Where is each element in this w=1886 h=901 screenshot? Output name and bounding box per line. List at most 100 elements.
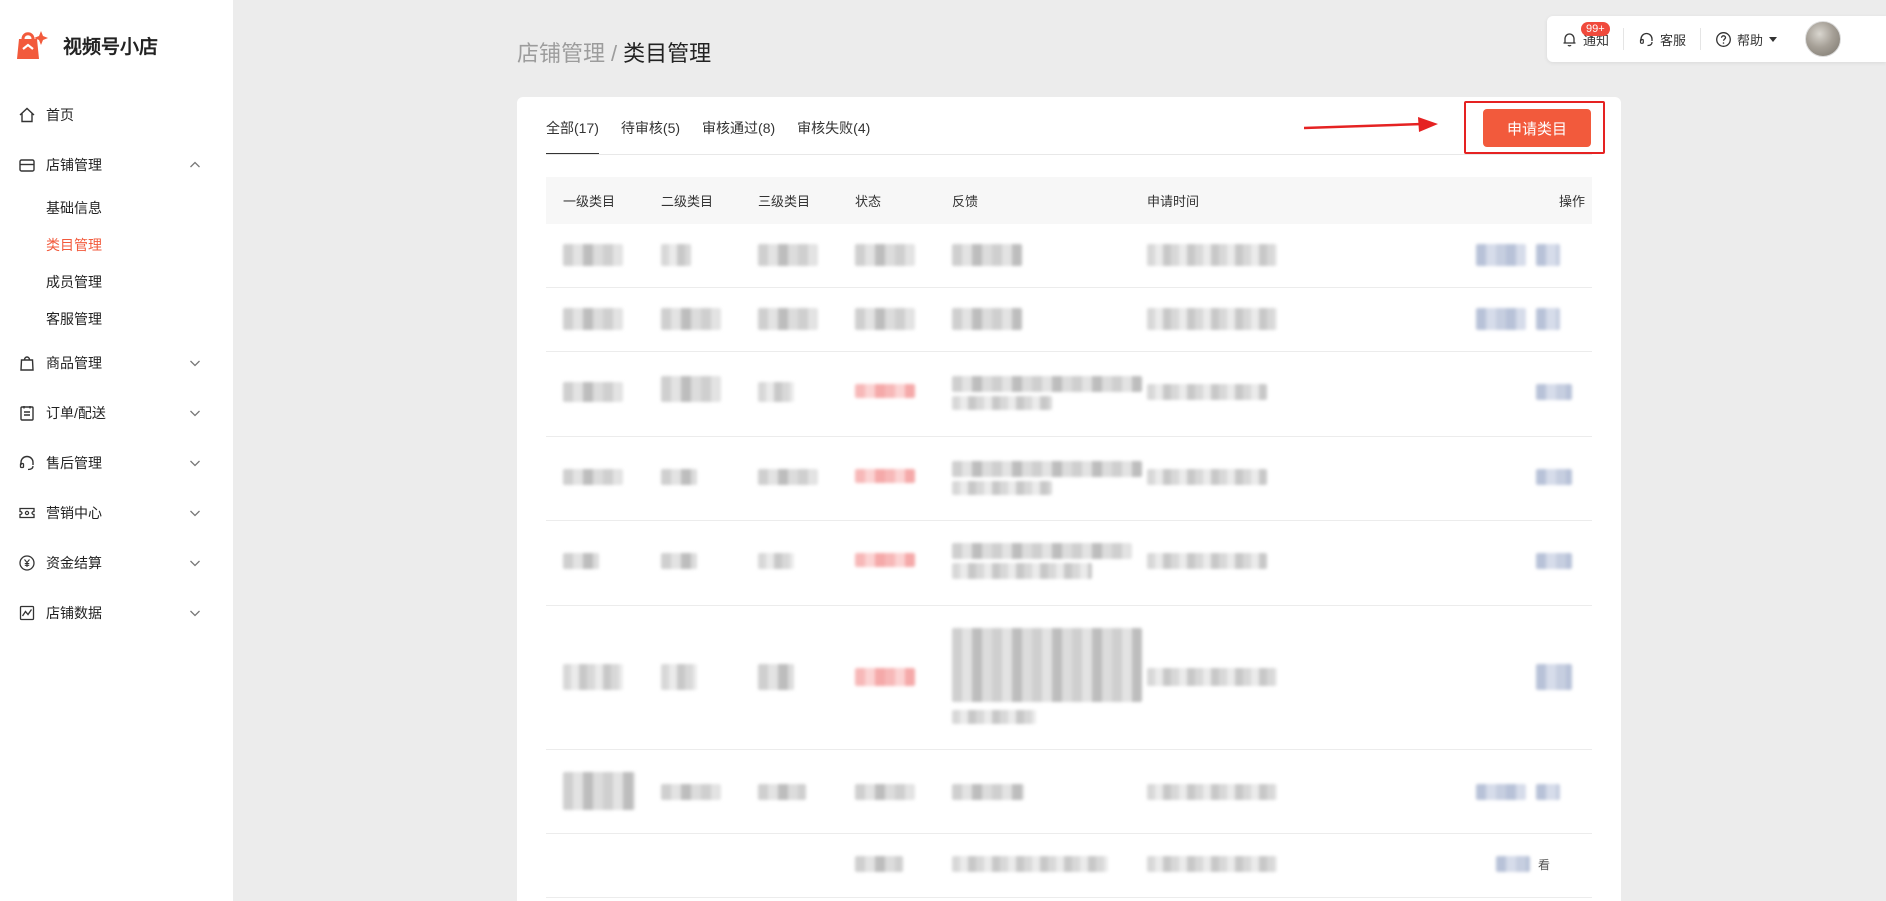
page-title: 类目管理 bbox=[623, 41, 712, 66]
redacted-cell bbox=[758, 244, 818, 266]
row-view-link[interactable]: 看 bbox=[1538, 856, 1550, 873]
chevron-down-icon bbox=[189, 407, 201, 419]
row-action-link[interactable] bbox=[1536, 784, 1560, 800]
sidebar-item-label: 订单/配送 bbox=[46, 405, 106, 421]
redacted-cell bbox=[758, 382, 794, 402]
avatar[interactable] bbox=[1805, 21, 1842, 57]
row-action-link[interactable] bbox=[1476, 784, 1526, 800]
row-action-link[interactable] bbox=[1476, 308, 1526, 330]
table-row bbox=[546, 606, 1592, 750]
sidebar-item-label: 售后管理 bbox=[46, 455, 102, 471]
category-card: 全部(17) 待审核(5) 审核通过(8) 审核失败(4) 申请类目 一级类目 … bbox=[517, 97, 1621, 901]
sidebar-item-label: 首页 bbox=[46, 107, 74, 123]
row-action-link[interactable] bbox=[1536, 553, 1572, 569]
sidebar-subitem-member-management[interactable]: 成员管理 bbox=[0, 264, 233, 301]
status-badge bbox=[855, 384, 915, 398]
redacted-cell bbox=[855, 244, 915, 266]
row-action-link[interactable] bbox=[1476, 244, 1526, 266]
table-header: 一级类目 二级类目 三级类目 状态 反馈 申请时间 操作 bbox=[546, 177, 1592, 224]
sidebar-item-settlement[interactable]: 资金结算 bbox=[0, 538, 233, 588]
help-dropdown[interactable]: 帮助 bbox=[1701, 16, 1791, 62]
sidebar-subitem-service-management[interactable]: 客服管理 bbox=[0, 301, 233, 338]
sidebar-item-after-sales[interactable]: 售后管理 bbox=[0, 438, 233, 488]
redacted-cell bbox=[758, 553, 794, 569]
table-row bbox=[546, 750, 1592, 834]
chevron-down-icon bbox=[189, 457, 201, 469]
row-action-link[interactable] bbox=[1536, 664, 1572, 690]
redacted-cell bbox=[952, 784, 1024, 800]
sidebar-item-label: 商品管理 bbox=[46, 355, 102, 371]
column-header: 一级类目 bbox=[563, 194, 616, 209]
sidebar-item-label: 资金结算 bbox=[46, 555, 102, 571]
redacted-cell bbox=[563, 382, 623, 402]
row-action-link[interactable] bbox=[1536, 244, 1560, 266]
sidebar: 视频号小店 首页 店铺管理 基础信息 类目管理 成员管理 客服管理 商品管理 订… bbox=[0, 0, 233, 901]
redacted-cell bbox=[1147, 308, 1277, 330]
row-action-link[interactable] bbox=[1536, 469, 1572, 485]
sidebar-item-home[interactable]: 首页 bbox=[0, 90, 233, 140]
column-header: 状态 bbox=[855, 194, 882, 209]
column-header: 申请时间 bbox=[1147, 194, 1200, 209]
sidebar-item-store-management[interactable]: 店铺管理 bbox=[0, 140, 233, 190]
chevron-down-icon bbox=[189, 507, 201, 519]
sidebar-item-store-data[interactable]: 店铺数据 bbox=[0, 588, 233, 638]
tab-approved[interactable]: 审核通过(8) bbox=[702, 117, 775, 155]
sidebar-item-label: 店铺管理 bbox=[46, 157, 102, 173]
annotation-arrow-icon bbox=[1304, 117, 1438, 132]
row-action-link[interactable] bbox=[1536, 384, 1572, 400]
tab-rejected[interactable]: 审核失败(4) bbox=[797, 117, 870, 155]
redacted-cell bbox=[855, 784, 915, 800]
clipboard-icon bbox=[18, 404, 36, 422]
header-toolbar: 通知 99+ 客服 帮助 bbox=[1547, 16, 1886, 62]
column-header: 二级类目 bbox=[661, 194, 714, 209]
sidebar-subitem-basic-info[interactable]: 基础信息 bbox=[0, 190, 233, 227]
redacted-cell bbox=[1147, 668, 1277, 686]
breadcrumb-parent[interactable]: 店铺管理 bbox=[517, 41, 605, 66]
redacted-cell bbox=[952, 376, 1142, 392]
bell-icon bbox=[1561, 31, 1578, 48]
redacted-cell bbox=[661, 376, 721, 402]
tab-pending[interactable]: 待审核(5) bbox=[621, 117, 680, 155]
store-icon bbox=[18, 156, 36, 174]
column-header: 反馈 bbox=[952, 194, 979, 209]
tab-all[interactable]: 全部(17) bbox=[546, 117, 599, 155]
redacted-cell bbox=[563, 469, 623, 485]
status-badge bbox=[855, 469, 915, 483]
ticket-icon bbox=[18, 504, 36, 522]
redacted-cell bbox=[1147, 856, 1277, 872]
customer-service-label: 客服 bbox=[1660, 32, 1687, 48]
redacted-cell bbox=[758, 469, 818, 485]
redacted-cell bbox=[661, 469, 697, 485]
sidebar-item-label: 营销中心 bbox=[46, 505, 102, 521]
table-row: 看 bbox=[546, 834, 1592, 898]
row-action-link[interactable] bbox=[1496, 856, 1530, 872]
redacted-cell bbox=[952, 710, 1036, 724]
sidebar-subitem-category-management[interactable]: 类目管理 bbox=[0, 227, 233, 264]
brand[interactable]: 视频号小店 bbox=[0, 0, 233, 90]
redacted-cell bbox=[952, 461, 1142, 477]
redacted-cell bbox=[855, 308, 915, 330]
redacted-cell bbox=[661, 244, 691, 266]
column-header: 三级类目 bbox=[758, 194, 811, 209]
store-management-submenu: 基础信息 类目管理 成员管理 客服管理 bbox=[0, 190, 233, 338]
redacted-cell bbox=[1147, 469, 1267, 485]
sidebar-item-orders[interactable]: 订单/配送 bbox=[0, 388, 233, 438]
row-action-link[interactable] bbox=[1536, 308, 1560, 330]
category-table: 一级类目 二级类目 三级类目 状态 反馈 申请时间 操作 看 bbox=[546, 177, 1592, 898]
notification-badge: 99+ bbox=[1581, 22, 1610, 36]
status-badge bbox=[855, 553, 915, 567]
sidebar-item-product-management[interactable]: 商品管理 bbox=[0, 338, 233, 388]
redacted-cell bbox=[952, 244, 1022, 266]
redacted-cell bbox=[952, 543, 1132, 559]
chevron-up-icon bbox=[189, 159, 201, 171]
caret-down-icon bbox=[1769, 36, 1778, 42]
sidebar-item-marketing[interactable]: 营销中心 bbox=[0, 488, 233, 538]
apply-category-button[interactable]: 申请类目 bbox=[1483, 109, 1591, 147]
table-row bbox=[546, 437, 1592, 521]
redacted-cell bbox=[1147, 384, 1267, 400]
status-tabs: 全部(17) 待审核(5) 审核通过(8) 审核失败(4) bbox=[546, 117, 892, 155]
notification-button[interactable]: 通知 99+ bbox=[1547, 16, 1623, 62]
redacted-cell bbox=[661, 784, 721, 800]
redacted-cell bbox=[563, 664, 623, 690]
customer-service-button[interactable]: 客服 bbox=[1624, 16, 1700, 62]
